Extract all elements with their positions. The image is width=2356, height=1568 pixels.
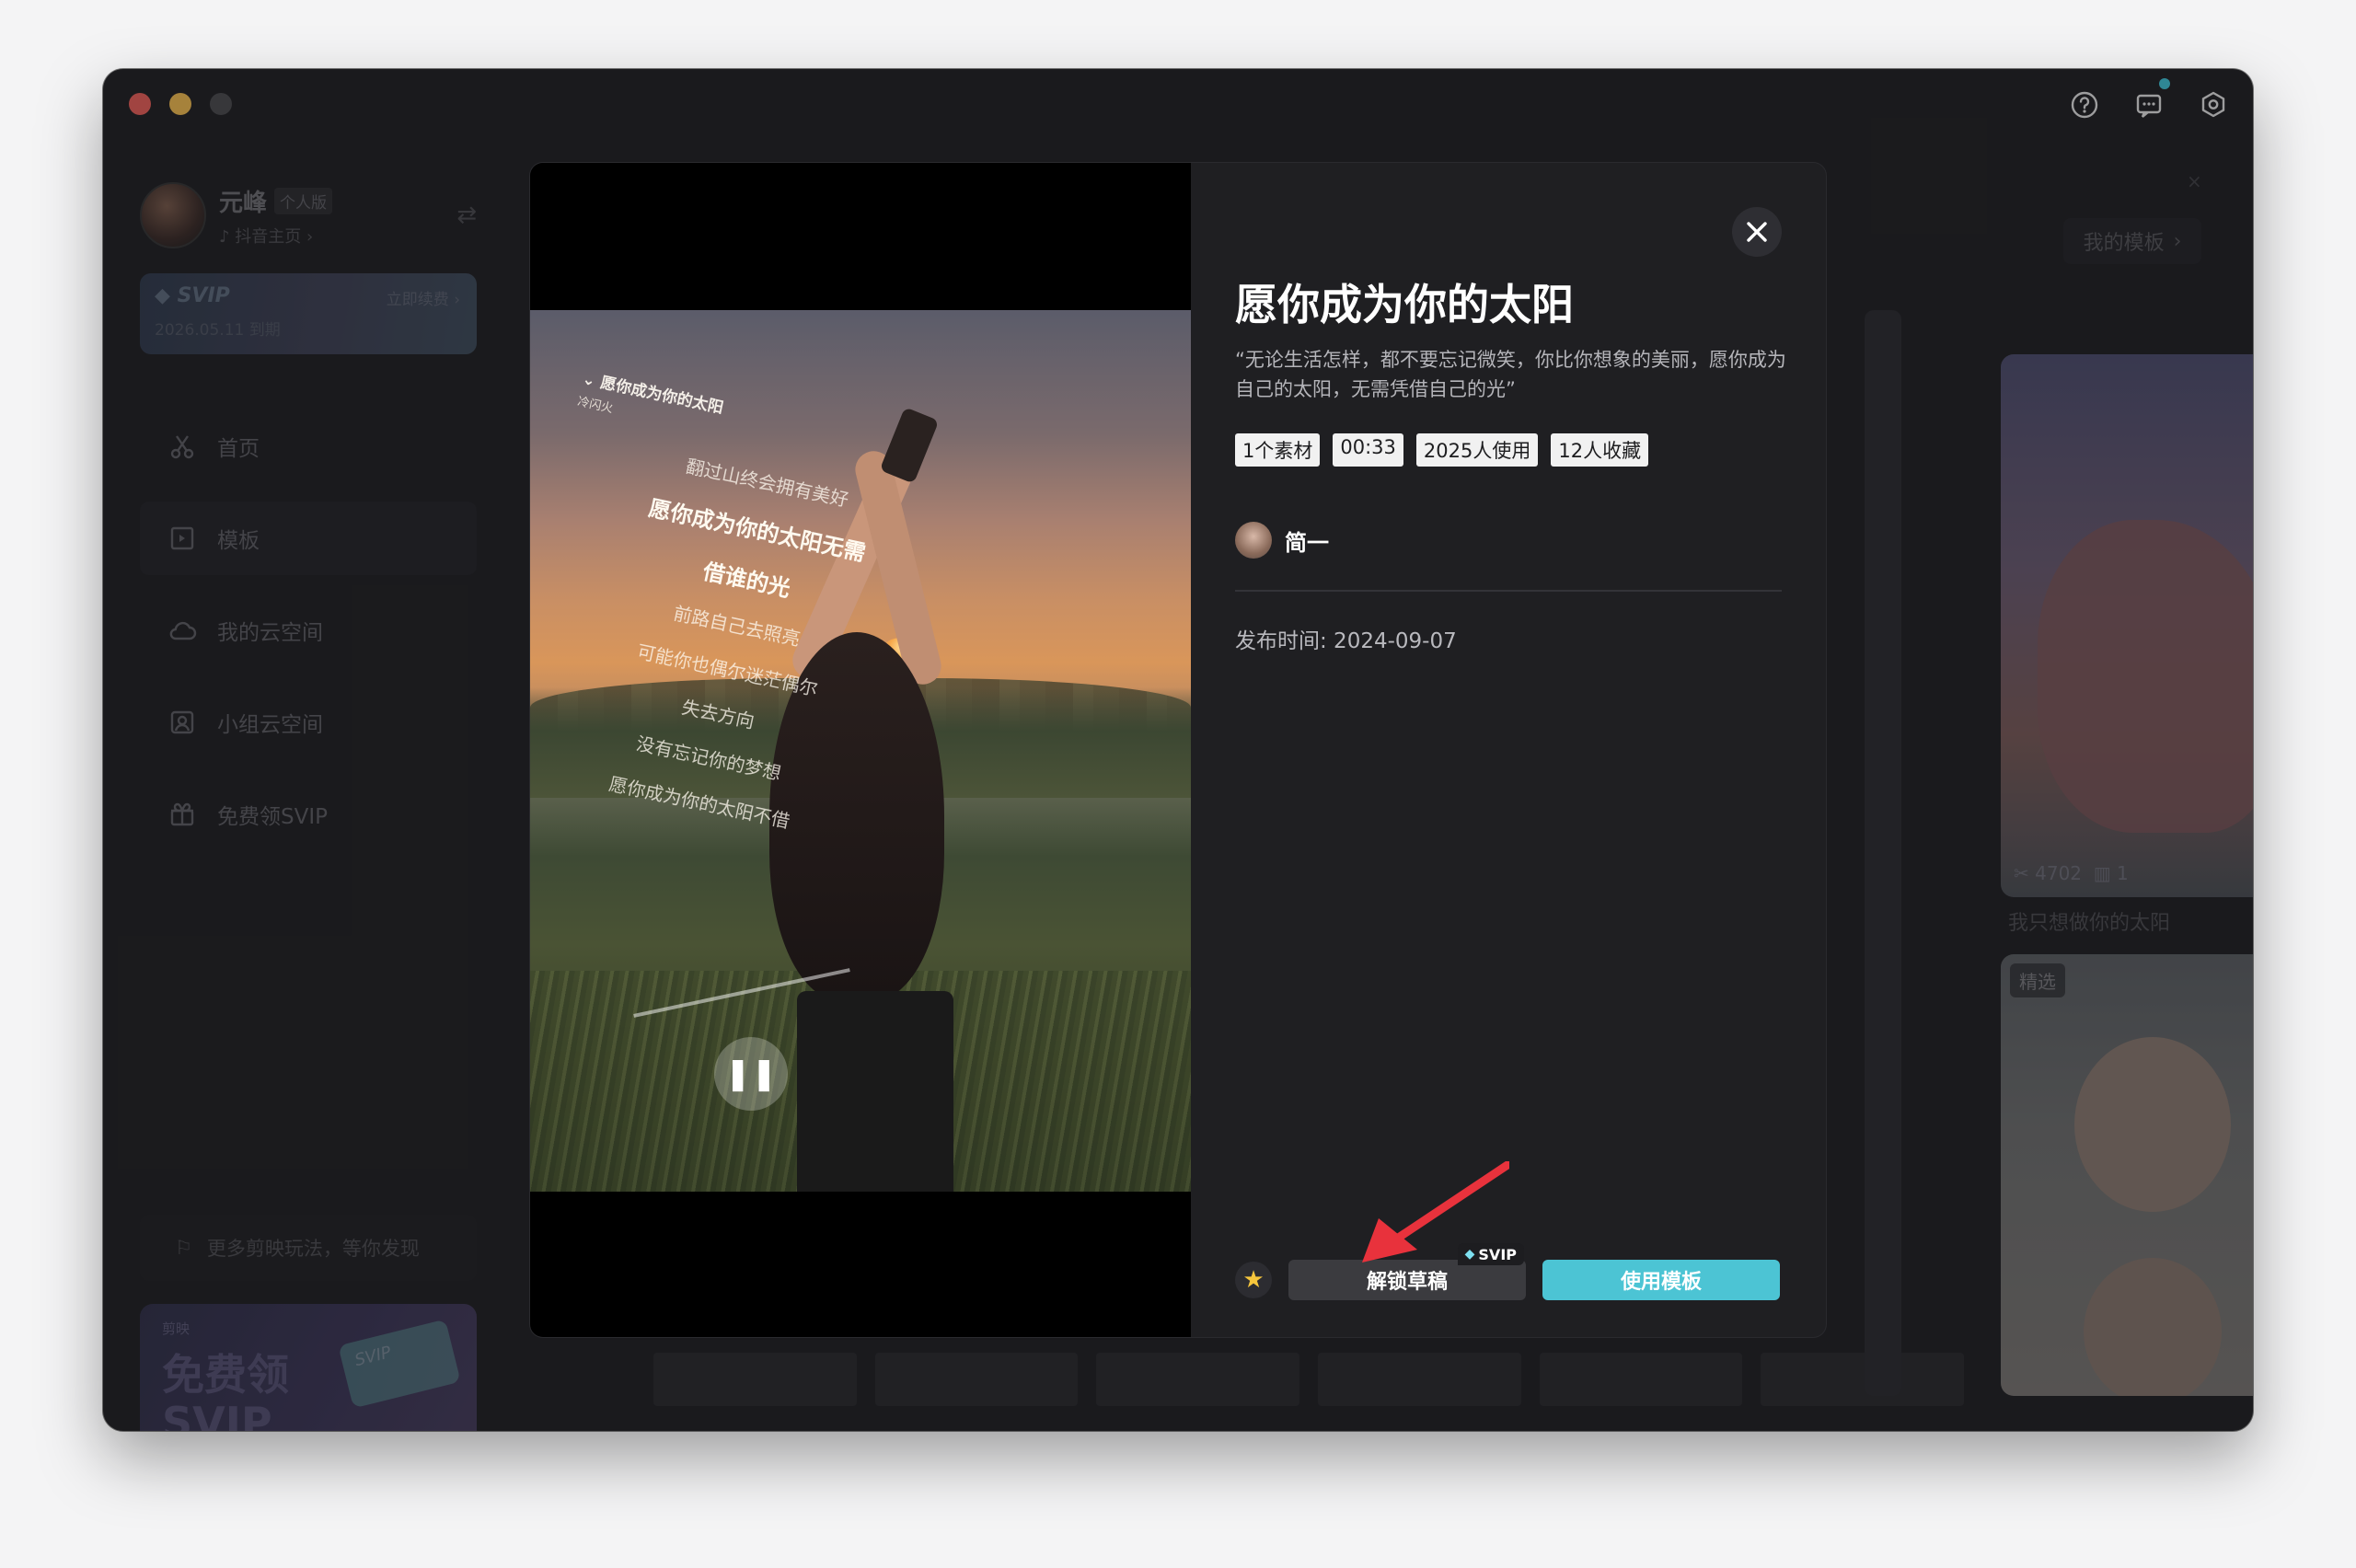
skirt: [797, 991, 953, 1192]
author-info[interactable]: 简一: [1235, 522, 1329, 559]
tag-favorites: 12人收藏: [1551, 433, 1649, 467]
star-icon: ★: [1242, 1266, 1265, 1294]
author-name[interactable]: 简一: [1285, 525, 1329, 557]
video-frame: ⌄ 愿你成为你的太阳 冷闪火 翻过山终会拥有美好 愿你成为你的太阳无需 借谁的光…: [530, 310, 1191, 1192]
use-template-label: 使用模板: [1620, 1271, 1702, 1294]
red-arrow-annotation: [1362, 1161, 1509, 1262]
divider: [1235, 590, 1782, 592]
video-preview[interactable]: ⌄ 愿你成为你的太阳 冷闪火 翻过山终会拥有美好 愿你成为你的太阳无需 借谁的光…: [530, 163, 1191, 1337]
publish-time: 发布时间: 2024-09-07: [1235, 629, 1457, 653]
tag-duration: 00:33: [1333, 433, 1403, 467]
tag-uses: 2025人使用: [1415, 433, 1539, 467]
use-template-button[interactable]: 使用模板: [1542, 1260, 1780, 1300]
template-description: “无论生活怎样，都不要忘记微笑，你比你想象的美丽，愿你成为自己的太阳，无需凭借自…: [1235, 349, 1786, 400]
author-avatar[interactable]: [1235, 522, 1272, 559]
close-modal-button[interactable]: [1732, 207, 1782, 257]
template-title: 愿你成为你的太阳: [1235, 280, 1574, 329]
template-tags: 1个素材 00:33 2025人使用 12人收藏: [1235, 433, 1649, 467]
tag-materials: 1个素材: [1235, 433, 1321, 467]
close-icon: [1747, 222, 1767, 242]
favorite-button[interactable]: ★: [1235, 1262, 1272, 1298]
pause-icon: ❚❚: [714, 1037, 788, 1111]
template-detail-modal: ⌄ 愿你成为你的太阳 冷闪火 翻过山终会拥有美好 愿你成为你的太阳无需 借谁的光…: [530, 163, 1826, 1337]
